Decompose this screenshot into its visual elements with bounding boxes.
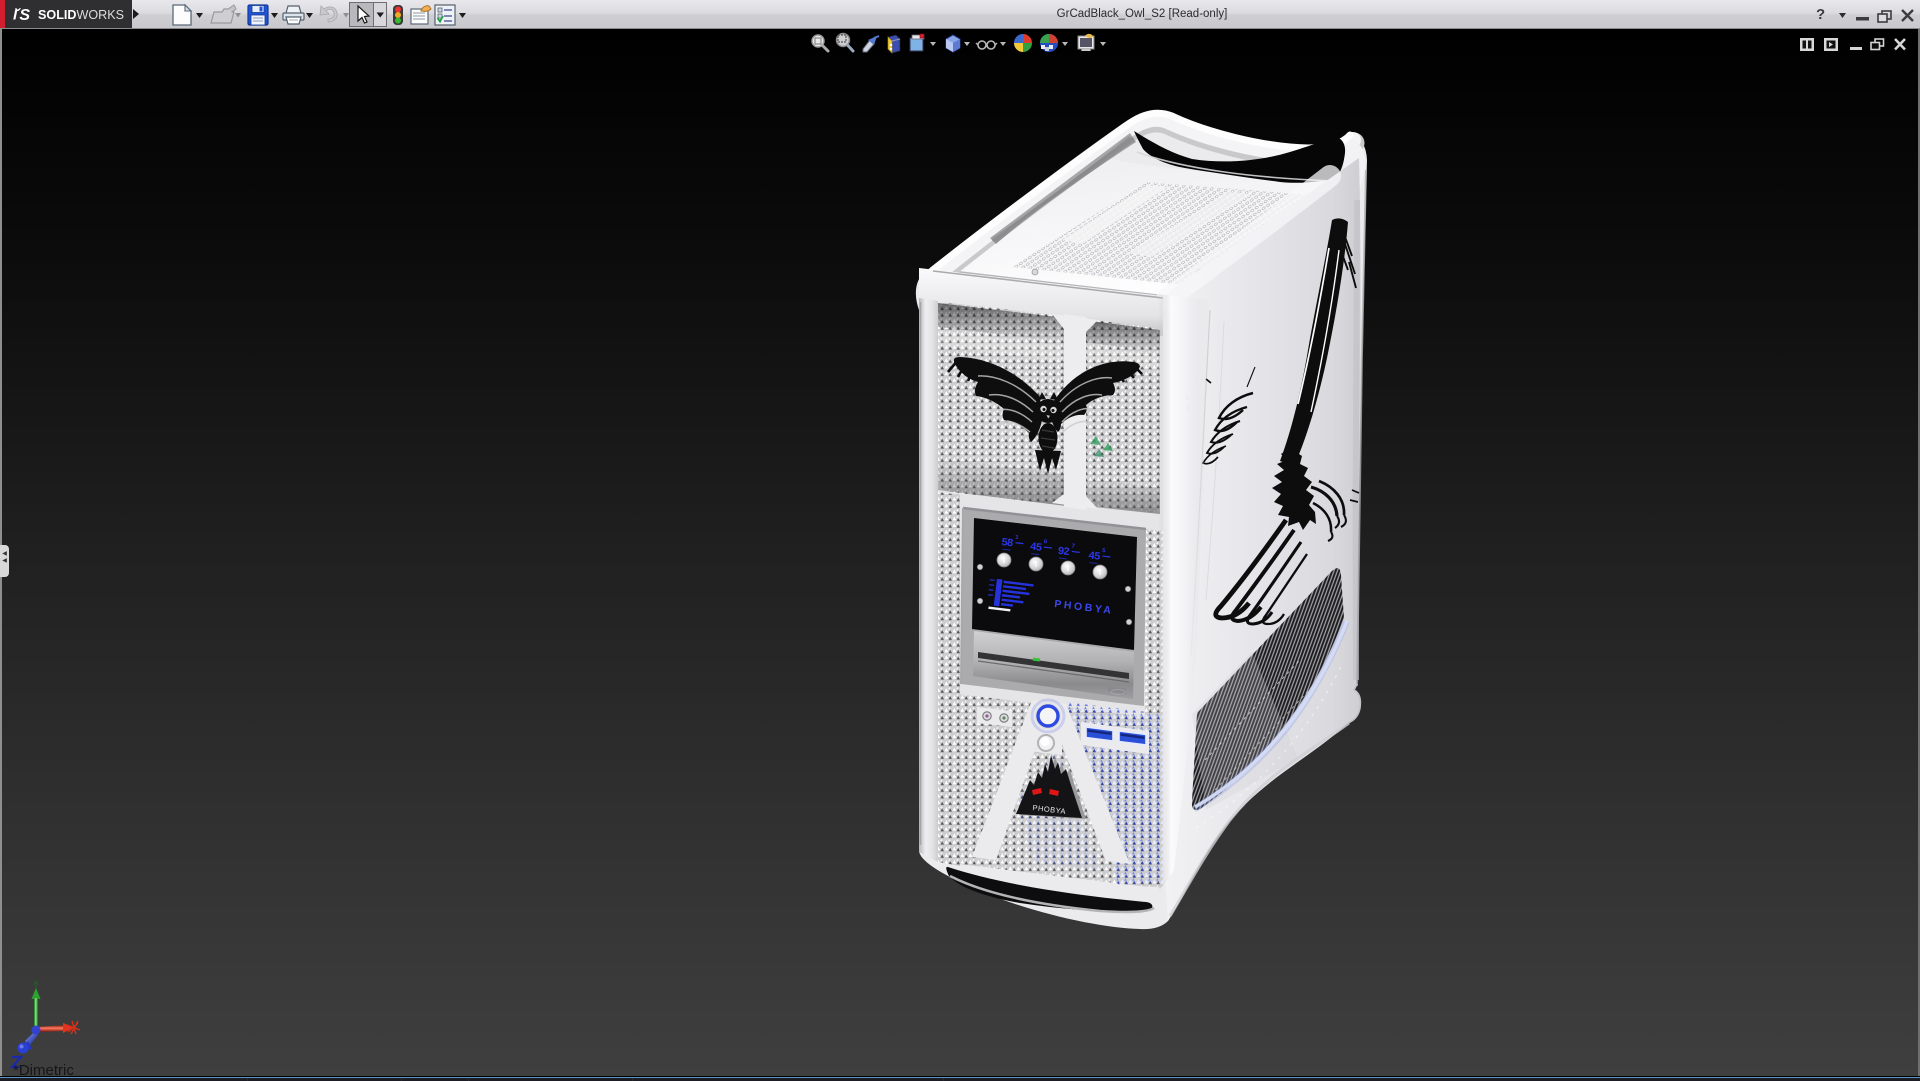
svg-text:92: 92: [1057, 546, 1070, 559]
svg-text:?: ?: [1816, 6, 1825, 23]
svg-text:SOLIDWORKS: SOLIDWORKS: [38, 8, 124, 22]
